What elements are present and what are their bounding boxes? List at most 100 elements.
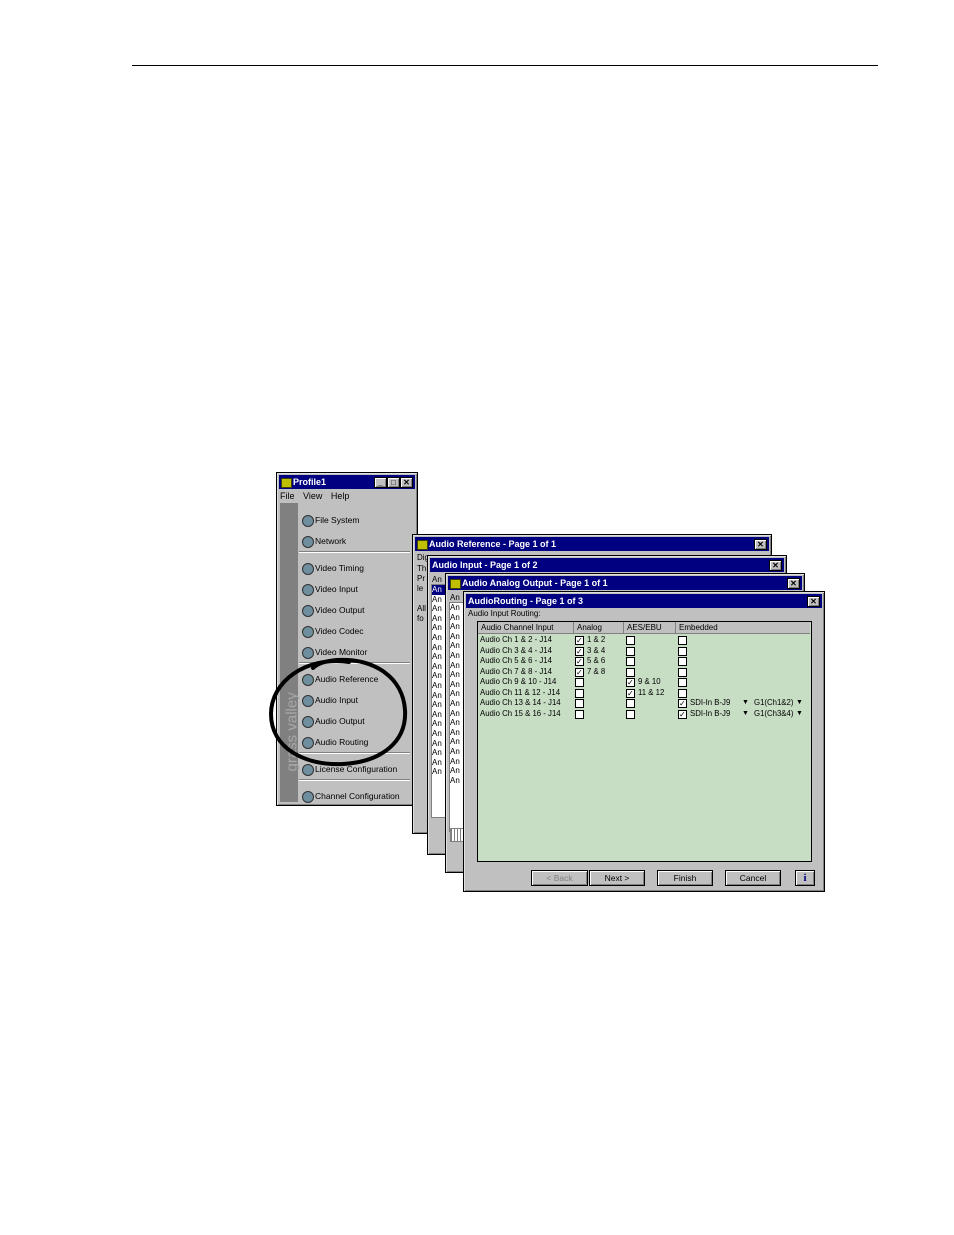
list-item[interactable]: An [432, 633, 446, 643]
nav-item-network[interactable]: Network [299, 532, 414, 550]
list-item[interactable]: An [450, 689, 464, 699]
aes-checkbox[interactable] [626, 657, 635, 666]
list-item[interactable]: An [450, 641, 464, 651]
embedded-checkbox[interactable] [678, 678, 687, 687]
embedded-group[interactable]: G1(Ch1&2) [754, 698, 793, 709]
menu-help[interactable]: Help [331, 491, 350, 501]
chevron-down-icon[interactable]: ▼ [742, 709, 749, 720]
embedded-group[interactable]: G1(Ch3&4) [754, 709, 793, 720]
aes-checkbox[interactable] [626, 646, 635, 656]
list-item[interactable]: An [450, 766, 464, 776]
analog-checkbox[interactable] [575, 699, 584, 708]
channel-name: Audio Ch 9 & 10 - J14 [480, 677, 557, 686]
embedded-checkbox[interactable] [678, 688, 687, 698]
nav-item-video-timing[interactable]: Video Timing [299, 559, 414, 577]
chevron-down-icon[interactable]: ▼ [742, 698, 749, 709]
list-item[interactable]: An [432, 614, 446, 624]
list-item[interactable]: An [432, 662, 446, 672]
aes-checkbox[interactable] [626, 699, 635, 708]
close-button[interactable]: ✕ [754, 539, 767, 550]
maximize-button[interactable]: □ [387, 477, 400, 488]
analog-checkbox[interactable] [575, 646, 584, 656]
nav-item-video-output[interactable]: Video Output [299, 601, 414, 619]
embedded-checkbox[interactable] [678, 636, 687, 645]
audio-analog-output-title: Audio Analog Output - Page 1 of 1 [462, 578, 608, 588]
embedded-checkbox[interactable] [678, 709, 687, 719]
close-button[interactable]: ✕ [807, 596, 820, 607]
nav-item-file-system[interactable]: File System [299, 511, 414, 529]
nav-item-video-codec[interactable]: Video Codec [299, 622, 414, 640]
nav-item-channel-configuration[interactable]: Channel Configuration [299, 787, 414, 805]
menu-view[interactable]: View [303, 491, 322, 501]
list-item[interactable]: An [450, 661, 464, 671]
list-item[interactable]: An [450, 699, 464, 709]
list-item[interactable]: An [450, 670, 464, 680]
list-item[interactable]: An [450, 776, 464, 786]
list-item[interactable]: An [432, 681, 446, 691]
list-item[interactable]: An [432, 623, 446, 633]
list-item[interactable]: An [432, 652, 446, 662]
next-button[interactable]: Next > [589, 870, 645, 886]
analog-checkbox[interactable] [575, 678, 584, 687]
cancel-button[interactable]: Cancel [725, 870, 781, 886]
embedded-source[interactable]: SDI-In B-J9 [690, 698, 730, 709]
close-button[interactable]: ✕ [769, 560, 782, 571]
analog-checkbox[interactable] [575, 657, 584, 666]
aes-checkbox[interactable] [626, 688, 635, 698]
table-row: Audio Ch 13 & 14 - J14SDI-In B-J9▼G1(Ch1… [478, 698, 810, 709]
embedded-source[interactable]: SDI-In B-J9 [690, 709, 730, 720]
finish-button[interactable]: Finish [657, 870, 713, 886]
list-item[interactable]: An [432, 729, 446, 739]
nav-item-label: Channel Configuration [315, 791, 400, 801]
minimize-button[interactable]: _ [374, 477, 387, 488]
list-item[interactable]: An [432, 595, 446, 605]
list-item[interactable]: An [450, 680, 464, 690]
list-item[interactable]: An [432, 700, 446, 710]
chevron-down-icon[interactable]: ▼ [796, 709, 803, 720]
embedded-checkbox[interactable] [678, 699, 687, 708]
info-button[interactable]: i [795, 870, 815, 886]
nav-item-video-input[interactable]: Video Input [299, 580, 414, 598]
list-item[interactable]: An [432, 767, 446, 777]
close-button[interactable]: ✕ [787, 578, 800, 589]
list-item[interactable]: An [432, 671, 446, 681]
list-item[interactable]: An [432, 748, 446, 758]
aes-checkbox[interactable] [626, 709, 635, 719]
list-item[interactable]: An [450, 747, 464, 757]
list-item[interactable]: An [432, 604, 446, 614]
list-item[interactable]: An [432, 585, 446, 595]
video-input-icon [302, 584, 314, 596]
list-item[interactable]: An [450, 718, 464, 728]
analog-checkbox[interactable] [575, 688, 584, 698]
chevron-down-icon[interactable]: ▼ [796, 698, 803, 709]
list-item[interactable]: An [450, 613, 464, 623]
list-item[interactable]: An [432, 719, 446, 729]
list-item[interactable]: An [450, 709, 464, 719]
list-item[interactable]: An [450, 757, 464, 767]
analog-checkbox[interactable] [575, 667, 584, 677]
analog-checkbox[interactable] [575, 709, 584, 719]
embedded-checkbox[interactable] [678, 667, 687, 677]
list-item[interactable]: An [450, 651, 464, 661]
embedded-checkbox[interactable] [678, 657, 687, 666]
list-item[interactable]: An [432, 758, 446, 768]
back-button[interactable]: < Back [531, 870, 588, 886]
aes-checkbox[interactable] [626, 678, 635, 687]
list-item[interactable]: An [432, 710, 446, 720]
aes-checkbox[interactable] [626, 636, 635, 645]
highlight-circle [268, 657, 408, 767]
list-item[interactable]: An [450, 728, 464, 738]
list-item[interactable]: An [432, 739, 446, 749]
nav-separator [299, 779, 410, 781]
list-item[interactable]: An [432, 691, 446, 701]
menu-file[interactable]: File [280, 491, 295, 501]
close-button[interactable]: ✕ [400, 477, 413, 488]
list-item[interactable]: An [450, 737, 464, 747]
aes-checkbox[interactable] [626, 667, 635, 677]
analog-checkbox[interactable] [575, 636, 584, 645]
list-item[interactable]: An [450, 622, 464, 632]
embedded-checkbox[interactable] [678, 646, 687, 656]
list-item[interactable]: An [450, 603, 464, 613]
list-item[interactable]: An [432, 643, 446, 653]
list-item[interactable]: An [450, 632, 464, 642]
